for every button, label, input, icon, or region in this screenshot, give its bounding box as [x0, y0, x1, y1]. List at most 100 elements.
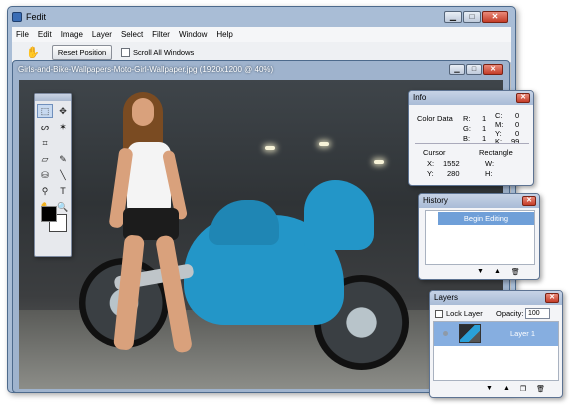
h-label: H:	[485, 169, 493, 178]
maximize-button[interactable]: □	[463, 11, 481, 23]
motorcycle-tank	[209, 200, 279, 245]
bucket-icon[interactable]: ⛁	[37, 168, 53, 182]
app-icon	[12, 12, 22, 22]
rectangle-label: Rectangle	[479, 148, 513, 157]
info-panel-title: Info	[413, 93, 427, 102]
menu-bar: File Edit Image Layer Select Filter Wind…	[12, 27, 511, 42]
menu-layer[interactable]: Layer	[92, 30, 112, 39]
delete-layer-icon[interactable]: 🗑	[536, 385, 545, 393]
move-icon[interactable]: ✥	[55, 104, 71, 118]
opacity-input[interactable]: 100	[525, 308, 550, 319]
w-label: W:	[485, 159, 495, 168]
hand-icon: ✋	[26, 47, 40, 59]
b-label: B:	[463, 134, 471, 143]
step-forward-icon[interactable]: ▲	[494, 268, 501, 276]
new-layer-icon[interactable]: ❐	[520, 385, 526, 393]
k-value: 99	[511, 137, 520, 146]
m-label: M:	[495, 120, 504, 129]
crop-icon[interactable]: ⌗	[37, 136, 53, 150]
b-value: 1	[482, 134, 487, 143]
line-icon[interactable]: ╲	[55, 168, 71, 182]
trash-icon[interactable]: 🗑	[511, 268, 520, 276]
menu-image[interactable]: Image	[61, 30, 83, 39]
title-bar: Fedit ▁ □ ✕	[12, 9, 511, 27]
foreground-color-swatch[interactable]	[41, 206, 57, 222]
menu-filter[interactable]: Filter	[152, 30, 170, 39]
lasso-icon[interactable]: ᔕ	[37, 120, 53, 134]
history-panel-title: History	[423, 196, 448, 205]
info-panel: Info ✕ Color Data R: 1 G: 1 B: 1 C: 0 M:…	[408, 90, 534, 186]
ceiling-light	[374, 160, 384, 164]
m-value: 0	[515, 120, 520, 129]
magic-wand-icon[interactable]: ✶	[55, 120, 71, 134]
cursor-y-label: Y:	[427, 169, 434, 178]
history-panel: History ✕ Begin Editing ▼ ▲ 🗑	[418, 193, 540, 280]
step-back-icon[interactable]: ▼	[477, 268, 484, 276]
move-layer-up-icon[interactable]: ▲	[503, 385, 510, 393]
eraser-icon[interactable]: ▱	[37, 152, 53, 166]
reset-position-button[interactable]: Reset Position	[52, 45, 112, 60]
toolbox: ⬚ ✥ ᔕ ✶ ⌗ ▱ ✎ ⛁ ╲ ⚲ T ✋ 🔍	[34, 93, 72, 257]
layer-name: Layer 1	[510, 329, 536, 338]
g-value: 1	[482, 124, 487, 133]
menu-window[interactable]: Window	[179, 30, 207, 39]
layers-close-button[interactable]: ✕	[545, 293, 559, 303]
tool-grid: ⬚ ✥ ᔕ ✶ ⌗ ▱ ✎ ⛁ ╲ ⚲ T ✋ 🔍	[35, 101, 71, 217]
info-panel-titlebar[interactable]: Info ✕	[409, 91, 533, 105]
close-button[interactable]: ✕	[482, 11, 508, 23]
r-value: 1	[482, 114, 487, 123]
window-controls: ▁ □ ✕	[444, 11, 508, 23]
document-maximize-button[interactable]: □	[466, 64, 482, 75]
motorcycle-front	[304, 180, 374, 250]
layer-list: Layer 1	[433, 321, 559, 381]
layers-footer: ▼ ▲ ❐ 🗑	[486, 385, 545, 393]
scroll-all-checkbox[interactable]	[121, 48, 130, 57]
g-label: G:	[463, 124, 471, 133]
info-divider	[415, 143, 529, 144]
c-label: C:	[495, 111, 503, 120]
lock-layer-label: Lock Layer	[446, 309, 483, 318]
history-list: Begin Editing	[425, 210, 535, 265]
layer-thumbnail	[459, 324, 481, 343]
minimize-button[interactable]: ▁	[444, 11, 462, 23]
menu-file[interactable]: File	[16, 30, 29, 39]
ceiling-light	[319, 142, 329, 146]
window-title: Fedit	[26, 12, 47, 22]
layer-row[interactable]: Layer 1	[434, 322, 558, 346]
brush-icon[interactable]: ✎	[55, 152, 71, 166]
cursor-y-value: 280	[447, 169, 460, 178]
toolbox-grip[interactable]	[35, 94, 71, 101]
document-minimize-button[interactable]: ▁	[449, 64, 465, 75]
k-label: K:	[495, 137, 503, 146]
history-item[interactable]: Begin Editing	[438, 212, 534, 225]
lock-layer-checkbox[interactable]	[435, 310, 443, 318]
marquee-icon[interactable]: ⬚	[37, 104, 53, 118]
eyedropper-icon[interactable]: ⚲	[37, 184, 53, 198]
document-title: Girls-and-Bike-Wallpapers-Moto-Girl-Wall…	[18, 65, 274, 74]
text-icon[interactable]: T	[55, 184, 71, 198]
layers-panel-titlebar[interactable]: Layers ✕	[430, 291, 562, 305]
tool-blank	[55, 136, 71, 150]
history-close-button[interactable]: ✕	[522, 196, 536, 206]
info-close-button[interactable]: ✕	[516, 93, 530, 103]
document-window-controls: ▁ □ ✕	[449, 64, 503, 75]
history-footer: ▼ ▲ 🗑	[477, 268, 520, 276]
scroll-all-label: Scroll All Windows	[133, 48, 195, 57]
menu-select[interactable]: Select	[121, 30, 143, 39]
layers-panel: Layers ✕ Lock Layer Opacity: 100 Layer 1…	[429, 290, 563, 398]
c-value: 0	[515, 111, 520, 120]
layers-panel-title: Layers	[434, 293, 459, 302]
opacity-label: Opacity:	[496, 309, 524, 318]
menu-edit[interactable]: Edit	[38, 30, 52, 39]
history-panel-titlebar[interactable]: History ✕	[419, 194, 539, 208]
document-close-button[interactable]: ✕	[483, 64, 503, 75]
ceiling-light	[265, 146, 275, 150]
move-layer-down-icon[interactable]: ▼	[486, 385, 493, 393]
zoom-icon[interactable]: 🔍	[55, 200, 71, 214]
visibility-icon[interactable]	[443, 331, 448, 336]
menu-help[interactable]: Help	[216, 30, 232, 39]
x-label: X:	[427, 159, 435, 168]
x-value: 1552	[443, 159, 460, 168]
face	[132, 98, 154, 126]
color-data-label: Color Data	[417, 114, 453, 123]
